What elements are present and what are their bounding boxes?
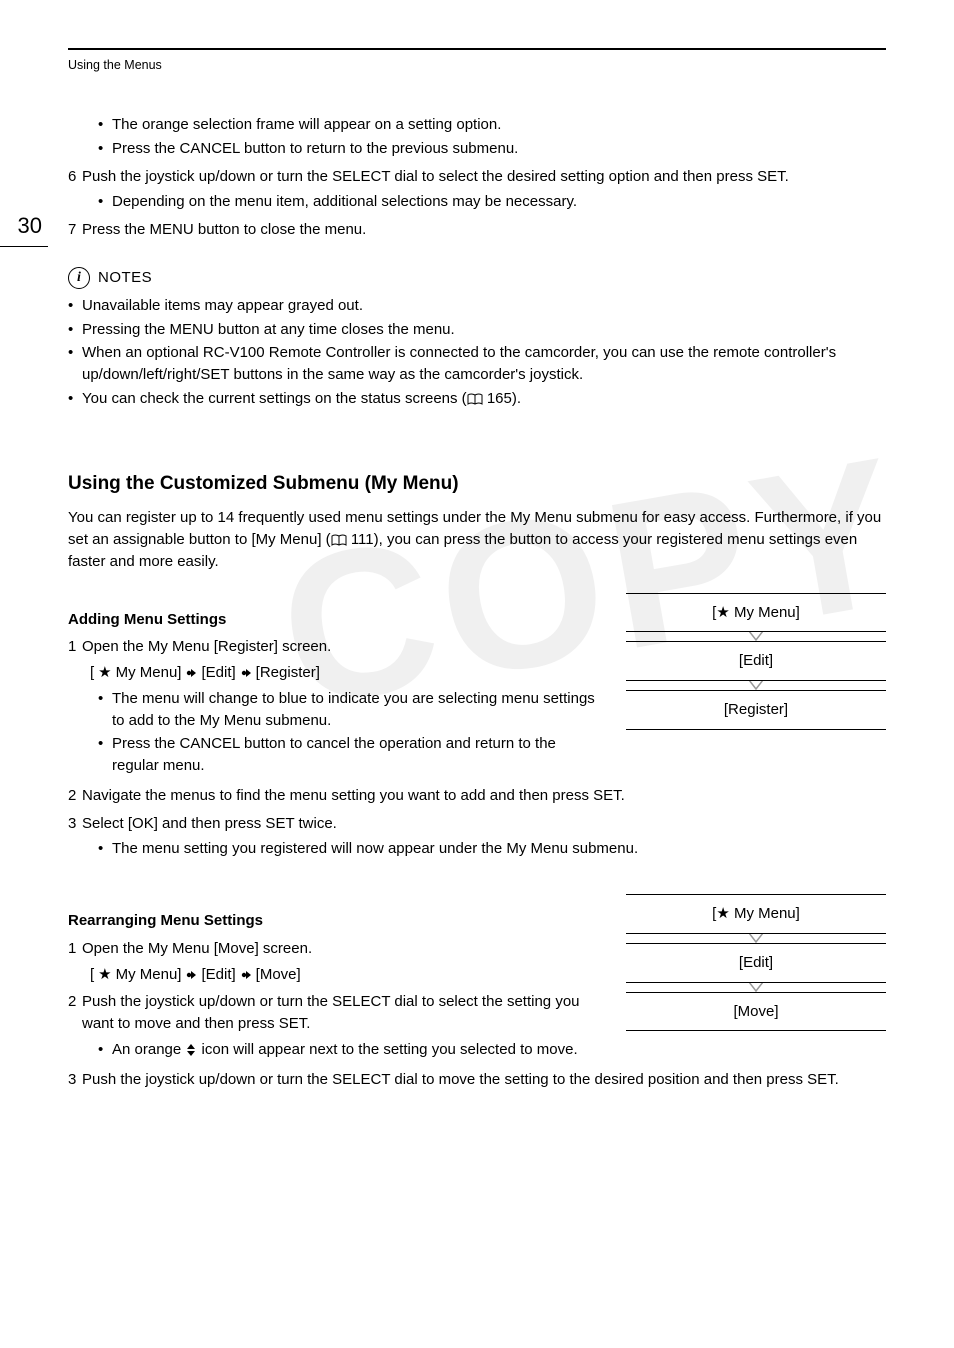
- adding-s3-b1: The menu setting you registered will now…: [98, 838, 886, 860]
- adding-step-2-text: Navigate the menus to find the menu sett…: [82, 785, 886, 807]
- star-icon: ★: [98, 662, 111, 684]
- chevron-down-icon: [626, 933, 886, 943]
- path-a: My Menu]: [116, 662, 182, 684]
- chevron-down-icon: [626, 631, 886, 641]
- rearr-step-1-num: 1: [68, 938, 82, 960]
- menu-box-mymenu: [★ My Menu]: [626, 894, 886, 934]
- path-b: [Edit]: [201, 662, 235, 684]
- menu-l1: My Menu]: [730, 905, 800, 922]
- adding-step-1-num: 1: [68, 636, 82, 658]
- adding-step-2-num: 2: [68, 785, 82, 807]
- star-icon: ★: [98, 964, 111, 986]
- updown-arrow-icon: [187, 1044, 195, 1056]
- top-bullets: The orange selection frame will appear o…: [98, 114, 886, 160]
- adding-menu-diagram: [★ My Menu] [Edit] [Register]: [626, 593, 886, 730]
- top-bullet-2: Press the CANCEL button to return to the…: [98, 138, 886, 160]
- adding-step-2: 2 Navigate the menus to find the menu se…: [68, 785, 886, 807]
- header-rule: [68, 48, 886, 50]
- info-icon: i: [68, 267, 90, 289]
- adding-path: [★ My Menu] [Edit] [Register]: [90, 662, 602, 684]
- note-3: When an optional RC-V100 Remote Controll…: [68, 342, 886, 386]
- menu-box-edit: [Edit]: [626, 641, 886, 681]
- rearr-step-2-bullets: An orange icon will appear next to the s…: [98, 1039, 602, 1061]
- rearr-step-3-num: 3: [68, 1069, 82, 1091]
- adding-step-3-num: 3: [68, 813, 82, 835]
- note-4-ref: 165).: [483, 390, 521, 407]
- page-ref-icon: [331, 529, 347, 551]
- path-c: [Register]: [256, 662, 320, 684]
- step-7: 7 Press the MENU button to close the men…: [68, 219, 886, 241]
- chevron-down-icon: [626, 982, 886, 992]
- star-icon: ★: [716, 604, 729, 621]
- top-bullet-1: The orange selection frame will appear o…: [98, 114, 886, 136]
- rearr-step-1: 1 Open the My Menu [Move] screen.: [68, 938, 602, 960]
- adding-step-3: 3 Select [OK] and then press SET twice.: [68, 813, 886, 835]
- rearr-s2-b1: An orange icon will appear next to the s…: [98, 1039, 602, 1061]
- rearr-b-post: icon will appear next to the setting you…: [197, 1041, 577, 1058]
- notes-title: NOTES: [98, 267, 152, 289]
- path-c: [Move]: [256, 964, 301, 986]
- section-title: Using the Customized Submenu (My Menu): [68, 470, 886, 498]
- page-number-block: 30: [0, 210, 48, 247]
- notes-heading: i NOTES: [68, 267, 886, 289]
- star-icon: ★: [716, 905, 729, 922]
- step-6-sub: Depending on the menu item, additional s…: [98, 191, 886, 213]
- page-number-rule: [0, 246, 48, 247]
- step-7-text: Press the MENU button to close the menu.: [82, 219, 886, 241]
- path-b: [Edit]: [201, 964, 235, 986]
- adding-step-1-bullets: The menu will change to blue to indicate…: [98, 688, 602, 777]
- note-2: Pressing the MENU button at any time clo…: [68, 319, 886, 341]
- path-a: My Menu]: [116, 964, 182, 986]
- rearr-step-1-text: Open the My Menu [Move] screen.: [82, 938, 602, 960]
- adding-s1-b1: The menu will change to blue to indicate…: [98, 688, 602, 732]
- rearr-step-3: 3 Push the joystick up/down or turn the …: [68, 1069, 886, 1091]
- rearr-menu-diagram: [★ My Menu] [Edit] [Move]: [626, 894, 886, 1031]
- adding-step-3-text: Select [OK] and then press SET twice.: [82, 813, 886, 835]
- page-number: 30: [18, 210, 48, 242]
- step-7-num: 7: [68, 219, 82, 241]
- chevron-down-icon: [626, 680, 886, 690]
- menu-l1: My Menu]: [730, 604, 800, 621]
- chevron-right-icon: [185, 662, 197, 684]
- rearr-b-pre: An orange: [112, 1041, 185, 1058]
- rearranging-heading: Rearranging Menu Settings: [68, 910, 602, 932]
- rearr-step-2-num: 2: [68, 991, 82, 1035]
- adding-step-3-bullets: The menu setting you registered will now…: [98, 838, 886, 860]
- chevron-right-icon: [240, 662, 252, 684]
- chevron-right-icon: [240, 964, 252, 986]
- rearr-step-3-text: Push the joystick up/down or turn the SE…: [82, 1069, 886, 1091]
- header-title: Using the Menus: [68, 56, 886, 74]
- note-4: You can check the current settings on th…: [68, 388, 886, 410]
- chevron-right-icon: [185, 964, 197, 986]
- section-body: You can register up to 14 frequently use…: [68, 507, 886, 572]
- rearr-step-2: 2 Push the joystick up/down or turn the …: [68, 991, 602, 1035]
- step-6-text: Push the joystick up/down or turn the SE…: [82, 166, 886, 188]
- notes-list: Unavailable items may appear grayed out.…: [68, 295, 886, 410]
- note-4-pre: You can check the current settings on th…: [82, 390, 467, 407]
- step-6-sub-1: Depending on the menu item, additional s…: [98, 191, 886, 213]
- menu-box-mymenu: [★ My Menu]: [626, 593, 886, 633]
- page-ref-icon: [467, 388, 483, 410]
- path-bracket: [: [90, 964, 94, 986]
- note-1: Unavailable items may appear grayed out.: [68, 295, 886, 317]
- adding-step-1-text: Open the My Menu [Register] screen.: [82, 636, 602, 658]
- path-bracket: [: [90, 662, 94, 684]
- adding-s1-b2: Press the CANCEL button to cancel the op…: [98, 733, 602, 777]
- menu-box-move: [Move]: [626, 992, 886, 1032]
- step-6-num: 6: [68, 166, 82, 188]
- menu-box-register: [Register]: [626, 690, 886, 730]
- adding-heading: Adding Menu Settings: [68, 609, 602, 631]
- step-6: 6 Push the joystick up/down or turn the …: [68, 166, 886, 188]
- rearr-path: [★ My Menu] [Edit] [Move]: [90, 964, 602, 986]
- adding-step-1: 1 Open the My Menu [Register] screen.: [68, 636, 602, 658]
- menu-box-edit: [Edit]: [626, 943, 886, 983]
- rearr-step-2-text: Push the joystick up/down or turn the SE…: [82, 991, 602, 1035]
